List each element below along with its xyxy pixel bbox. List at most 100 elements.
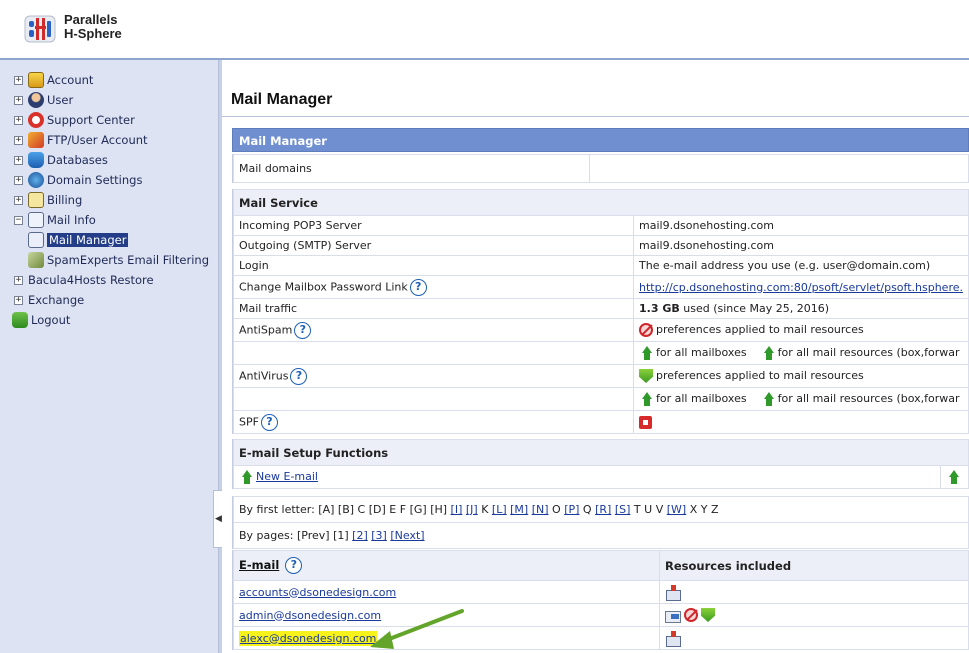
app-header: Parallels H-Sphere (0, 0, 969, 60)
letter-filter-item: Q (582, 503, 592, 516)
apply-all-mailboxes[interactable]: for all mailboxes (656, 346, 747, 359)
email-link[interactable]: accounts@dsonedesign.com (239, 586, 396, 599)
expand-icon[interactable]: + (14, 75, 23, 85)
help-icon[interactable]: ? (260, 413, 278, 431)
spf-disabled-icon[interactable] (639, 415, 653, 429)
resources-column-header: Resources included (659, 550, 969, 581)
letter-filter-item[interactable]: [S] (615, 503, 631, 516)
password-link-label: Change Mailbox Password Link (239, 280, 408, 293)
antivirus-shield-icon[interactable] (639, 369, 654, 383)
letter-filter-item: [D] (368, 503, 386, 516)
apply-all-mailboxes[interactable]: for all mailboxes (656, 392, 747, 405)
sidebar-item-spamexperts[interactable]: SpamExperts Email Filtering (28, 250, 209, 270)
apply-up-icon[interactable] (760, 346, 775, 360)
ftp-lock-icon (28, 132, 44, 148)
letter-filter-item[interactable]: [P] (564, 503, 579, 516)
table-row: accounts@dsonedesign.com (233, 580, 969, 604)
collapse-icon[interactable]: − (14, 215, 23, 225)
sidebar-item-label: Logout (31, 313, 71, 327)
page-3-link[interactable]: [3] (371, 529, 387, 542)
apply-all-resources[interactable]: for all mail resources (box,forwar (778, 346, 960, 359)
letter-filter-item[interactable]: [L] (492, 503, 507, 516)
setup-functions-section: E-mail Setup Functions New E-mail (232, 439, 969, 489)
sidebar-item-billing[interactable]: + Billing (14, 190, 82, 210)
expand-icon[interactable]: + (14, 135, 23, 145)
page-filter-row: By pages: [Prev] [1] [2] [3] [Next] (233, 522, 969, 549)
letter-filter-item: E (389, 503, 397, 516)
sidebar-item-label: Databases (47, 153, 108, 167)
sidebar-item-support-center[interactable]: + Support Center (14, 110, 135, 130)
antispam-icon[interactable] (639, 323, 654, 337)
antispam-row-label: AntiSpam? (232, 318, 635, 342)
expand-icon[interactable]: + (14, 155, 23, 165)
letter-filter-item: K (481, 503, 489, 516)
traffic-detail: used (since May 25, 2016) (683, 302, 830, 315)
letter-filter-item[interactable]: [W] (667, 503, 686, 516)
sidebar-item-logout[interactable]: Logout (12, 310, 70, 330)
apply-all-resources[interactable]: for all mail resources (box,forwar (778, 392, 960, 405)
add-icon[interactable] (946, 470, 960, 484)
sidebar: + Account + User + Support Center + FTP/… (0, 60, 218, 653)
sort-email-link[interactable]: E-mail (239, 558, 279, 572)
expand-icon[interactable]: + (14, 115, 23, 125)
billing-icon (28, 192, 44, 208)
mailbox-icon[interactable] (665, 630, 681, 647)
sidebar-item-mail-manager[interactable]: Mail Manager (28, 230, 129, 250)
help-icon[interactable]: ? (294, 321, 312, 339)
mail-traffic-label: Mail traffic (232, 298, 635, 319)
letter-filter-item[interactable]: [N] (532, 503, 549, 516)
next-page-link[interactable]: [Next] (390, 529, 424, 542)
current-page: [1] (333, 529, 349, 542)
sidebar-item-user[interactable]: + User (14, 90, 73, 110)
expand-icon[interactable]: + (14, 295, 23, 305)
antivirus-value: preferences applied to mail resources (633, 364, 969, 388)
expand-icon[interactable]: + (14, 275, 23, 285)
letter-filter-item: T (633, 503, 641, 516)
page-2-link[interactable]: [2] (352, 529, 368, 542)
letter-filter-row: By first letter: [A] [B] C [D] E F [G] [… (233, 496, 969, 523)
sidebar-item-domain-settings[interactable]: + Domain Settings (14, 170, 142, 190)
sidebar-item-label: Account (47, 73, 94, 87)
spf-value (633, 410, 969, 434)
forward-icon[interactable] (665, 608, 681, 623)
sidebar-item-label: Exchange (28, 293, 85, 307)
email-link[interactable]: admin@dsonedesign.com (239, 609, 381, 622)
help-icon[interactable]: ? (290, 367, 308, 385)
letter-filter-item[interactable]: [I] (451, 503, 463, 516)
expand-icon[interactable]: + (14, 195, 23, 205)
sidebar-item-databases[interactable]: + Databases (14, 150, 108, 170)
letter-filter-item[interactable]: [M] (510, 503, 528, 516)
letter-filter-item: C (357, 503, 366, 516)
help-icon[interactable]: ? (409, 278, 427, 296)
apply-up-icon[interactable] (639, 392, 654, 406)
sidebar-item-label: Bacula4Hosts Restore (28, 273, 154, 287)
expand-icon[interactable]: + (14, 95, 23, 105)
email-link[interactable]: alexc@dsonedesign.com (240, 632, 376, 645)
pop3-value: mail9.dsonehosting.com (633, 215, 969, 236)
login-value: The e-mail address you use (e.g. user@do… (633, 255, 969, 276)
letter-filter-item[interactable]: [J] (466, 503, 478, 516)
apply-up-icon[interactable] (760, 392, 775, 406)
mail-domains-section: Mail domains (232, 154, 969, 183)
letter-filter-item[interactable]: [R] (595, 503, 611, 516)
section-heading: Mail Service (233, 189, 969, 216)
new-email-link[interactable]: New E-mail (256, 470, 318, 483)
sidebar-item-bacula4hosts-restore[interactable]: + Bacula4Hosts Restore (14, 270, 154, 290)
sidebar-item-mail-info[interactable]: − Mail Info (14, 210, 96, 230)
expand-icon[interactable]: + (14, 175, 23, 185)
sidebar-item-label: SpamExperts Email Filtering (47, 253, 210, 267)
collapse-sidebar-button[interactable]: ◀ (213, 490, 222, 548)
antivirus-shield-icon[interactable] (701, 608, 715, 622)
help-icon[interactable]: ? (285, 557, 303, 574)
add-icon[interactable] (239, 470, 253, 484)
antivirus-row-label: AntiVirus? (232, 364, 635, 388)
apply-up-icon[interactable] (639, 346, 654, 360)
letter-filter-item: [B] (337, 503, 355, 516)
sidebar-item-account[interactable]: + Account (14, 70, 93, 90)
sidebar-item-exchange[interactable]: + Exchange (14, 290, 84, 310)
antispam-icon[interactable] (684, 608, 698, 622)
brand-name: Parallels H-Sphere (64, 13, 122, 41)
password-link[interactable]: http://cp.dsonehosting.com:80/psoft/serv… (639, 281, 963, 294)
sidebar-item-ftp-user-account[interactable]: + FTP/User Account (14, 130, 148, 150)
mailbox-icon[interactable] (665, 584, 681, 601)
